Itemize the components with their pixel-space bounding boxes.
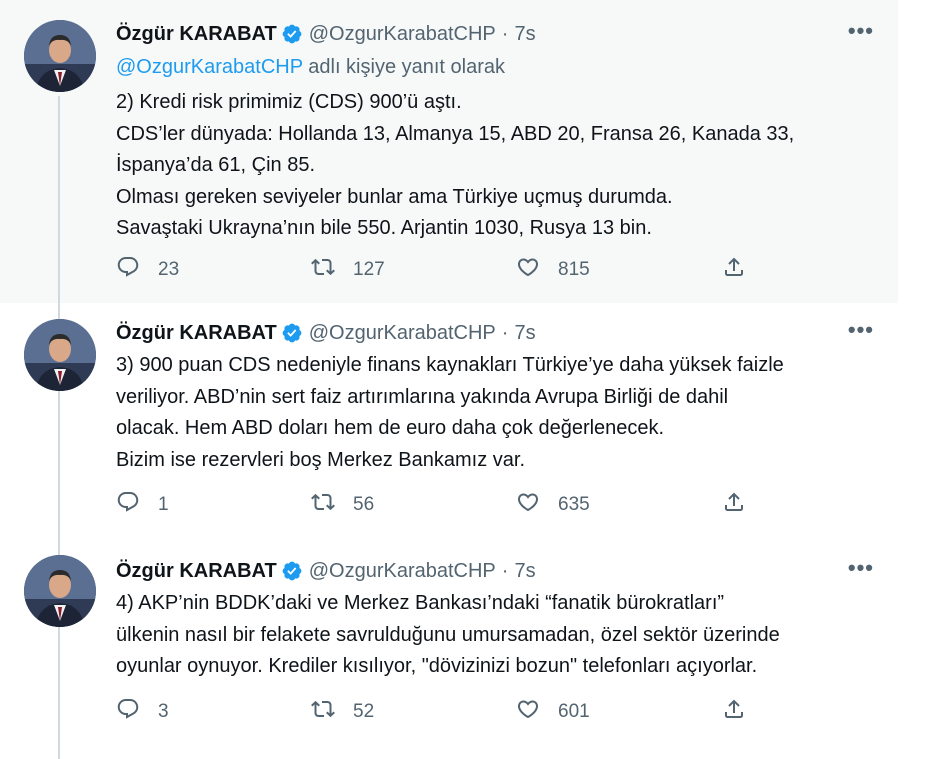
- tweet-actions: 23 127 815: [116, 255, 756, 285]
- timeline-feed: Özgür KARABAT @OzgurKarabatCHP · 7s ••• …: [0, 0, 898, 759]
- reply-button[interactable]: 1: [116, 490, 169, 520]
- tweet-header: Özgür KARABAT @OzgurKarabatCHP · 7s •••: [116, 319, 874, 346]
- like-button[interactable]: 635: [516, 490, 590, 520]
- verified-badge-icon: [281, 23, 303, 45]
- thread-connector: [58, 391, 60, 541]
- like-count: 815: [558, 259, 590, 280]
- retweet-count: 52: [353, 701, 375, 722]
- more-horizontal-icon[interactable]: •••: [848, 557, 874, 579]
- tweet-text-line: Bizim ise rezervleri boş Merkez Bankamız…: [116, 448, 526, 471]
- heart-icon: [516, 697, 540, 727]
- share-button[interactable]: [722, 697, 746, 727]
- reply-count: 1: [158, 494, 169, 515]
- tweet-header: Özgür KARABAT @OzgurKarabatCHP · 7s •••: [116, 557, 874, 584]
- separator-dot: ·: [501, 22, 509, 45]
- tweet-text-line: 2) Kredi risk primimiz (CDS) 900’ü aştı.: [116, 91, 462, 113]
- author-name[interactable]: Özgür KARABAT: [116, 23, 277, 46]
- tweet[interactable]: Özgür KARABAT @OzgurKarabatCHP · 7s ••• …: [0, 541, 898, 759]
- reply-button[interactable]: 3: [116, 697, 169, 727]
- share-button[interactable]: [722, 255, 746, 285]
- reply-mention-link[interactable]: @OzgurKarabatCHP: [116, 56, 303, 78]
- tweet[interactable]: Özgür KARABAT @OzgurKarabatCHP · 7s ••• …: [0, 0, 898, 303]
- separator-dot: ·: [501, 559, 509, 582]
- tweet-text-line: Olması gereken seviyeler bunlar ama Türk…: [116, 185, 673, 208]
- timestamp[interactable]: 7s: [514, 23, 535, 46]
- verified-badge-icon: [281, 322, 303, 344]
- like-button[interactable]: 815: [516, 255, 590, 285]
- reply-button[interactable]: 23: [116, 255, 179, 285]
- tweet-text: 4) AKP’nin BDDK’daki ve Merkez Bankası’n…: [116, 588, 886, 683]
- share-upload-icon: [722, 255, 746, 285]
- share-upload-icon: [722, 697, 746, 727]
- retweet-count: 127: [353, 259, 385, 280]
- avatar[interactable]: [24, 20, 96, 92]
- retweet-button[interactable]: 56: [311, 490, 374, 520]
- share-upload-icon: [722, 490, 746, 520]
- separator-dot: ·: [501, 321, 509, 344]
- share-button[interactable]: [722, 490, 746, 520]
- thread-connector: [58, 96, 60, 303]
- reply-context-text: adlı kişiye yanıt olarak: [308, 56, 506, 78]
- thread-connector: [58, 627, 60, 759]
- reply-count: 23: [158, 259, 180, 280]
- tweet-text: 3) 900 puan CDS nedeniyle finans kaynakl…: [116, 350, 886, 476]
- tweet[interactable]: Özgür KARABAT @OzgurKarabatCHP · 7s ••• …: [0, 303, 898, 541]
- tweet-text-line: 3) 900 puan CDS nedeniyle finans kaynakl…: [116, 354, 784, 376]
- thread-connector: [58, 541, 60, 555]
- tweet-text: 2) Kredi risk primimiz (CDS) 900’ü aştı.…: [116, 87, 886, 245]
- retweet-button[interactable]: 52: [311, 697, 374, 727]
- like-count: 635: [558, 494, 590, 515]
- author-name[interactable]: Özgür KARABAT: [116, 322, 277, 345]
- retweet-arrows-icon: [311, 697, 335, 727]
- tweet-text-line: oyunlar oynuyor. Krediler kısılıyor, "dö…: [116, 655, 758, 677]
- avatar[interactable]: [24, 555, 96, 627]
- retweet-count: 56: [353, 494, 375, 515]
- tweet-text-line: İspanya’da 61, Çin 85.: [116, 154, 316, 176]
- tweet-actions: 1 56 635: [116, 490, 756, 520]
- thread-connector: [58, 303, 60, 319]
- retweet-arrows-icon: [311, 490, 335, 520]
- reply-bubble-icon: [116, 490, 140, 520]
- author-handle[interactable]: @OzgurKarabatCHP: [309, 322, 496, 345]
- reply-bubble-icon: [116, 697, 140, 727]
- tweet-text-line: Savaştaki Ukrayna’nın bile 550. Arjantin…: [116, 217, 652, 239]
- reply-bubble-icon: [116, 255, 140, 285]
- tweet-header: Özgür KARABAT @OzgurKarabatCHP · 7s •••: [116, 20, 874, 47]
- retweet-button[interactable]: 127: [311, 255, 385, 285]
- heart-icon: [516, 255, 540, 285]
- tweet-text-line: 4) AKP’nin BDDK’daki ve Merkez Bankası’n…: [116, 592, 725, 614]
- like-count: 601: [558, 701, 590, 722]
- tweet-text-line: CDS’ler dünyada: Hollanda 13, Almanya 15…: [116, 122, 795, 145]
- tweet-text-line: olacak. Hem ABD doları hem de euro daha …: [116, 417, 665, 439]
- retweet-arrows-icon: [311, 255, 335, 285]
- tweet-text-line: veriliyor. ABD’nin sert faiz artırımları…: [116, 385, 729, 408]
- author-handle[interactable]: @OzgurKarabatCHP: [309, 560, 496, 583]
- reply-context: @OzgurKarabatCHP adlı kişiye yanıt olara…: [116, 56, 505, 79]
- like-button[interactable]: 601: [516, 697, 590, 727]
- author-handle[interactable]: @OzgurKarabatCHP: [309, 23, 496, 46]
- author-name[interactable]: Özgür KARABAT: [116, 560, 277, 583]
- avatar[interactable]: [24, 319, 96, 391]
- tweet-text-line: ülkenin nasıl bir felakete savrulduğunu …: [116, 623, 780, 646]
- tweet-actions: 3 52 601: [116, 697, 756, 727]
- timestamp[interactable]: 7s: [514, 322, 535, 345]
- reply-count: 3: [158, 701, 169, 722]
- heart-icon: [516, 490, 540, 520]
- more-horizontal-icon[interactable]: •••: [848, 319, 874, 341]
- verified-badge-icon: [281, 560, 303, 582]
- more-horizontal-icon[interactable]: •••: [848, 20, 874, 42]
- timestamp[interactable]: 7s: [514, 560, 535, 583]
